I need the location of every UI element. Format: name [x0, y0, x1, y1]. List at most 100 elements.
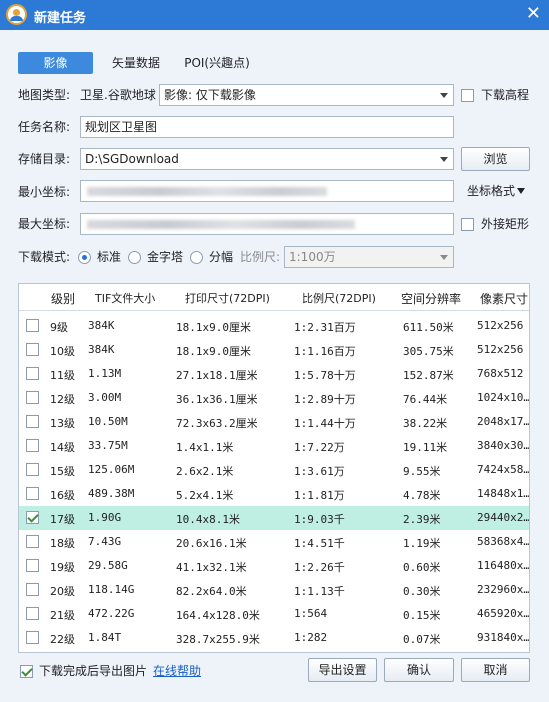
- bounding-rect-checkbox[interactable]: [461, 218, 474, 231]
- tab-imagery[interactable]: 影像: [18, 52, 93, 74]
- mode-standard-radio[interactable]: [78, 251, 91, 264]
- cell-print: 10.4x8.1米: [176, 513, 240, 526]
- table-row[interactable]: 19级 29.58G 41.1x32.1米 1:2.26千 0.60米 116480x…: [19, 554, 529, 578]
- cell-tif: 1.13M: [88, 367, 122, 380]
- image-type-select[interactable]: 影像: 仅下载影像: [159, 84, 454, 106]
- cell-level: 16级: [50, 489, 75, 502]
- cell-print: 36.1x36.1厘米: [176, 393, 258, 406]
- task-name-label: 任务名称:: [18, 120, 71, 134]
- cell-pixels: 14848x1…: [477, 487, 530, 500]
- download-mode-label: 下载模式:: [18, 250, 71, 264]
- level-table: 级别 TIF文件大小 打印尺寸(72DPI) 比例尺(72DPI) 空间分辨率 …: [18, 283, 530, 653]
- map-type-label: 地图类型:: [18, 88, 71, 102]
- table-row[interactable]: 17级 1.90G 10.4x8.1米 1:9.03千 2.39米 29440x2…: [19, 506, 529, 530]
- row-checkbox[interactable]: [26, 415, 39, 428]
- table-row[interactable]: 11级 1.13M 27.1x18.1厘米 1:5.78十万 152.87米 768x51…: [19, 362, 529, 386]
- redacted-coordinates: [87, 187, 327, 196]
- online-help-link[interactable]: 在线帮助: [153, 660, 201, 682]
- tab-vector-data[interactable]: 矢量数据: [101, 52, 171, 74]
- row-checkbox[interactable]: [26, 319, 39, 332]
- cell-res: 0.30米: [403, 585, 441, 598]
- cell-pixels: 2048x1792: [477, 415, 530, 428]
- table-row[interactable]: 21级 472.22G 164.4x128.0米 1:564 0.15米 465920x…: [19, 602, 529, 626]
- cell-tif: 3.00M: [88, 391, 122, 404]
- max-coord-input[interactable]: [80, 213, 454, 235]
- cancel-button[interactable]: 取消: [461, 658, 530, 682]
- table-row[interactable]: 10级 384K 18.1x9.0厘米 1:1.16百万 305.75米 512x256: [19, 338, 529, 362]
- cell-scale: 1:7.22万: [294, 441, 345, 454]
- row-checkbox[interactable]: [26, 391, 39, 404]
- cell-print: 164.4x128.0米: [176, 609, 260, 622]
- table-row[interactable]: 20级 118.14G 82.2x64.0米 1:1.13千 0.30米 232960x…: [19, 578, 529, 602]
- table-header: 级别 TIF文件大小 打印尺寸(72DPI) 比例尺(72DPI) 空间分辨率 …: [19, 284, 529, 311]
- cell-pixels: 512x256: [477, 343, 524, 356]
- table-row[interactable]: 16级 489.38M 5.2x4.1米 1:1.81万 4.78米 14848x1…: [19, 482, 529, 506]
- min-coord-input[interactable]: [80, 180, 454, 202]
- export-settings-button[interactable]: 导出设置: [308, 658, 377, 682]
- cell-scale: 1:2.26千: [294, 561, 345, 574]
- coord-format-dropdown[interactable]: 坐标格式: [467, 180, 526, 202]
- row-checkbox[interactable]: [26, 631, 39, 644]
- storage-dir-select[interactable]: D:\SGDownload: [80, 148, 454, 170]
- row-checkbox[interactable]: [26, 463, 39, 476]
- row-checkbox[interactable]: [26, 343, 39, 356]
- cell-tif: 1.84T: [88, 631, 122, 644]
- row-checkbox[interactable]: [26, 367, 39, 380]
- cell-print: 5.2x4.1米: [176, 489, 234, 502]
- confirm-button[interactable]: 确认: [384, 658, 454, 682]
- storage-dir-label: 存储目录:: [18, 152, 71, 166]
- col-header-tif-size: TIF文件大小: [95, 292, 156, 305]
- cell-res: 305.75米: [403, 345, 454, 358]
- cell-res: 0.07米: [403, 633, 441, 646]
- max-coord-label: 最大坐标:: [18, 217, 71, 231]
- mode-pyramid-label: 金字塔: [147, 250, 184, 264]
- cell-level: 19级: [50, 561, 75, 574]
- cell-scale: 1:9.03千: [294, 513, 345, 526]
- row-checkbox[interactable]: [26, 535, 39, 548]
- mode-sheet-radio[interactable]: [190, 251, 203, 264]
- col-header-print-size: 打印尺寸(72DPI): [185, 292, 270, 305]
- export-after-checkbox[interactable]: [20, 665, 33, 678]
- scale-value: 1:100万: [289, 250, 336, 264]
- table-row[interactable]: 18级 7.43G 20.6x16.1米 1:4.51千 1.19米 58368x4…: [19, 530, 529, 554]
- row-checkbox[interactable]: [26, 607, 39, 620]
- table-row[interactable]: 14级 33.75M 1.4x1.1米 1:7.22万 19.11米 3840x3072: [19, 434, 529, 458]
- tab-poi[interactable]: POI(兴趣点): [176, 52, 258, 74]
- cell-print: 27.1x18.1厘米: [176, 369, 258, 382]
- table-row[interactable]: 9级 384K 18.1x9.0厘米 1:2.31百万 611.50米 512x256: [19, 314, 529, 338]
- row-checkbox[interactable]: [26, 559, 39, 572]
- chevron-down-icon: [440, 93, 448, 98]
- cell-pixels: 465920x…: [477, 607, 530, 620]
- cell-res: 611.50米: [403, 321, 454, 334]
- chevron-down-icon: [440, 157, 448, 162]
- row-checkbox[interactable]: [26, 511, 39, 524]
- cell-print: 18.1x9.0厘米: [176, 345, 251, 358]
- col-header-pixel-size: 像素尺寸: [480, 292, 529, 306]
- row-checkbox[interactable]: [26, 487, 39, 500]
- cell-level: 9级: [50, 321, 68, 334]
- row-checkbox[interactable]: [26, 583, 39, 596]
- table-row[interactable]: 15级 125.06M 2.6x2.1米 1:3.61万 9.55米 7424x5888: [19, 458, 529, 482]
- cell-scale: 1:282: [294, 631, 328, 644]
- cell-print: 72.3x63.2厘米: [176, 417, 258, 430]
- mode-pyramid-radio[interactable]: [128, 251, 141, 264]
- cell-level: 21级: [50, 609, 75, 622]
- cell-res: 1.19米: [403, 537, 441, 550]
- cell-level: 14级: [50, 441, 75, 454]
- table-row[interactable]: 13级 10.50M 72.3x63.2厘米 1:1.44十万 38.22米 2048x1…: [19, 410, 529, 434]
- task-name-input[interactable]: 规划区卫星图: [80, 116, 454, 138]
- mode-sheet-label: 分幅: [209, 250, 234, 264]
- close-icon[interactable]: ✕: [526, 4, 541, 24]
- cell-scale: 1:4.51千: [294, 537, 345, 550]
- browse-button[interactable]: 浏览: [461, 147, 530, 171]
- table-row[interactable]: 12级 3.00M 36.1x36.1厘米 1:2.89十万 76.44米 1024x10…: [19, 386, 529, 410]
- table-row[interactable]: 22级 1.84T 328.7x255.9米 1:282 0.07米 931840x…: [19, 626, 529, 650]
- cell-print: 41.1x32.1米: [176, 561, 247, 574]
- download-elevation-checkbox[interactable]: [461, 89, 474, 102]
- cell-pixels: 931840x…: [477, 631, 530, 644]
- cell-res: 0.15米: [403, 609, 441, 622]
- row-checkbox[interactable]: [26, 439, 39, 452]
- bounding-rect-label: 外接矩形: [481, 217, 530, 231]
- coord-format-label: 坐标格式: [467, 184, 516, 198]
- cell-print: 18.1x9.0厘米: [176, 321, 251, 334]
